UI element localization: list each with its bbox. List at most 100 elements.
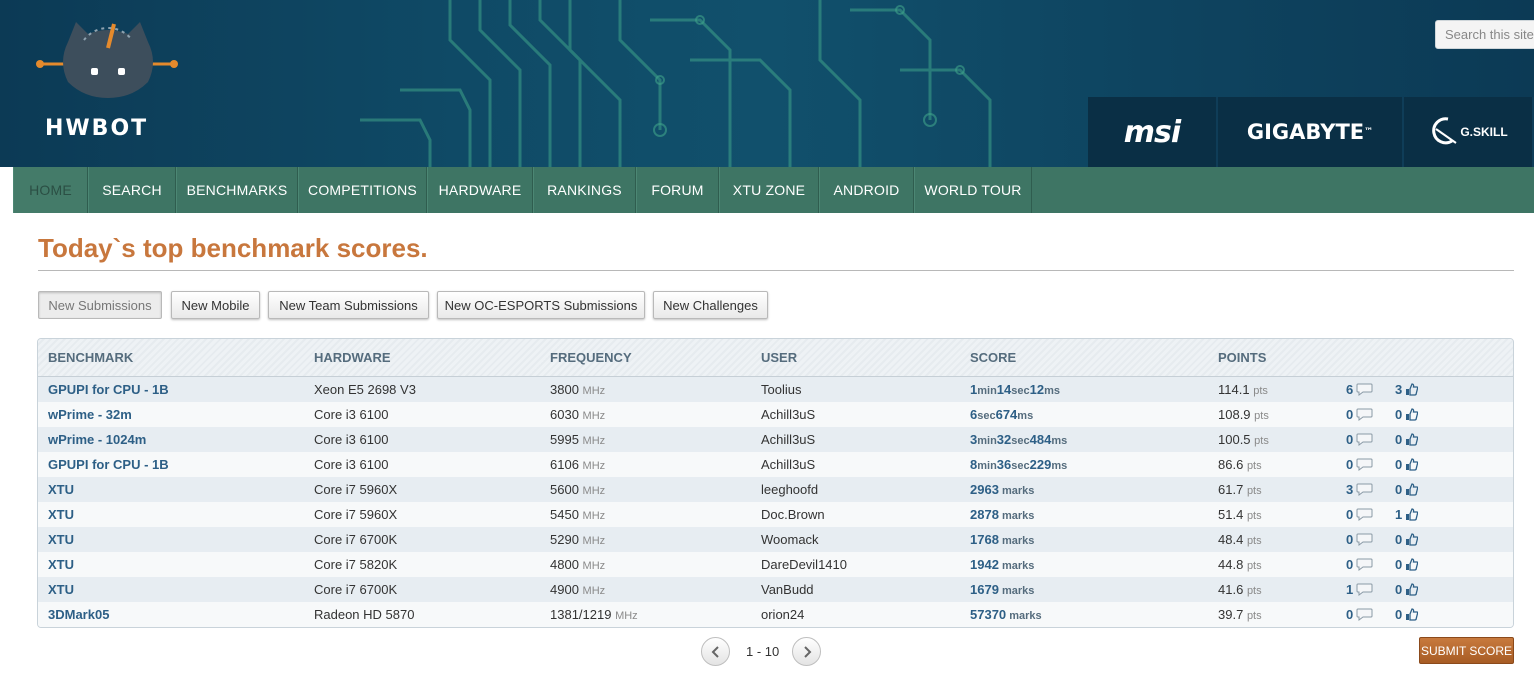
- filter-new-mobile-button[interactable]: New Mobile: [171, 291, 260, 319]
- prev-page-button[interactable]: [701, 637, 730, 666]
- user-link[interactable]: Toolius: [761, 382, 801, 397]
- header-benchmark[interactable]: BENCHMARK: [48, 350, 133, 365]
- nav-android[interactable]: ANDROID: [819, 167, 914, 213]
- score-link[interactable]: 57370 marks: [970, 607, 1042, 622]
- likes-link[interactable]: 0: [1395, 432, 1419, 447]
- sponsor-gigabyte-logo[interactable]: GIGABYTE ™: [1218, 97, 1404, 167]
- comments-link[interactable]: 0: [1346, 557, 1373, 572]
- comments-link[interactable]: 3: [1346, 482, 1373, 497]
- user-link[interactable]: leeghoofd: [761, 482, 818, 497]
- benchmark-link[interactable]: XTU: [48, 532, 74, 547]
- comments-link[interactable]: 0: [1346, 607, 1373, 622]
- score-link[interactable]: 1942 marks: [970, 557, 1034, 572]
- nav-competitions[interactable]: COMPETITIONS: [298, 167, 427, 213]
- header-frequency[interactable]: FREQUENCY: [550, 350, 632, 365]
- comments-link[interactable]: 0: [1346, 407, 1373, 422]
- nav-forum[interactable]: FORUM: [636, 167, 719, 213]
- table-row[interactable]: XTU Core i7 5820K 4800 MHz DareDevil1410 194…: [38, 552, 1513, 577]
- likes-link[interactable]: 0: [1395, 557, 1419, 572]
- score-value: 12: [1029, 382, 1045, 397]
- likes-link[interactable]: 3: [1395, 382, 1419, 397]
- comments-link[interactable]: 0: [1346, 457, 1373, 472]
- page-title: Today`s top benchmark scores.: [38, 233, 428, 263]
- table-row[interactable]: GPUPI for CPU - 1B Xeon E5 2698 V3 3800 MH…: [38, 377, 1513, 402]
- score-link[interactable]: 1768 marks: [970, 532, 1034, 547]
- header-user[interactable]: USER: [761, 350, 797, 365]
- frequency-unit: MHz: [582, 585, 606, 597]
- nav-world-tour[interactable]: WORLD TOUR: [914, 167, 1032, 213]
- likes-link[interactable]: 0: [1395, 582, 1419, 597]
- likes-link[interactable]: 0: [1395, 607, 1419, 622]
- frequency-cell: 4800 MHz: [550, 557, 605, 572]
- frequency-value: 5995: [550, 432, 579, 447]
- header-hardware[interactable]: HARDWARE: [314, 350, 391, 365]
- table-row[interactable]: XTU Core i7 5960X 5600 MHz leeghoofd 2963 ma…: [38, 477, 1513, 502]
- next-page-button[interactable]: [792, 637, 821, 666]
- nav-xtu-zone[interactable]: XTU ZONE: [719, 167, 819, 213]
- benchmark-link[interactable]: XTU: [48, 482, 74, 497]
- score-link[interactable]: 2878 marks: [970, 507, 1034, 522]
- benchmark-link[interactable]: XTU: [48, 557, 74, 572]
- user-link[interactable]: Achill3uS: [761, 407, 815, 422]
- user-link[interactable]: Achill3uS: [761, 432, 815, 447]
- table-row[interactable]: GPUPI for CPU - 1B Core i3 6100 6106 MHz Ac…: [38, 452, 1513, 477]
- user-link[interactable]: Woomack: [761, 532, 819, 547]
- benchmark-link[interactable]: XTU: [48, 582, 74, 597]
- table-row[interactable]: XTU Core i7 6700K 4900 MHz VanBudd 1679 mark…: [38, 577, 1513, 602]
- score-value: 36: [996, 457, 1012, 472]
- table-row[interactable]: XTU Core i7 5960X 5450 MHz Doc.Brown 2878 ma…: [38, 502, 1513, 527]
- user-link[interactable]: orion24: [761, 607, 804, 622]
- comments-link[interactable]: 0: [1346, 532, 1373, 547]
- table-row[interactable]: wPrime - 1024m Core i3 6100 5995 MHz Achill…: [38, 427, 1513, 452]
- user-link[interactable]: Doc.Brown: [761, 507, 825, 522]
- logo-text[interactable]: HWBOT: [45, 116, 148, 141]
- comments-link[interactable]: 1: [1346, 582, 1373, 597]
- filter-new-oc-esports-button[interactable]: New OC-ESPORTS Submissions: [437, 291, 645, 319]
- frequency-unit: MHz: [582, 560, 606, 572]
- benchmark-link[interactable]: GPUPI for CPU - 1B: [48, 457, 169, 472]
- nav-search[interactable]: SEARCH: [88, 167, 176, 213]
- benchmark-link[interactable]: GPUPI for CPU - 1B: [48, 382, 169, 397]
- comments-link[interactable]: 0: [1346, 432, 1373, 447]
- score-link[interactable]: 1679 marks: [970, 582, 1034, 597]
- likes-link[interactable]: 0: [1395, 407, 1419, 422]
- benchmark-link[interactable]: wPrime - 1024m: [48, 432, 146, 447]
- score-link[interactable]: 6sec674ms: [970, 407, 1033, 422]
- nav-hardware[interactable]: HARDWARE: [427, 167, 533, 213]
- nav-rankings[interactable]: RANKINGS: [533, 167, 636, 213]
- likes-link[interactable]: 0: [1395, 532, 1419, 547]
- benchmark-link[interactable]: 3DMark05: [48, 607, 109, 622]
- nav-home[interactable]: HOME: [13, 167, 88, 213]
- filter-new-challenges-button[interactable]: New Challenges: [653, 291, 768, 319]
- table-row[interactable]: wPrime - 32m Core i3 6100 6030 MHz Achill3u…: [38, 402, 1513, 427]
- benchmark-link[interactable]: wPrime - 32m: [48, 407, 132, 422]
- score-link[interactable]: 3min32sec484ms: [970, 432, 1067, 447]
- score-link[interactable]: 1min14sec12ms: [970, 382, 1060, 397]
- score-link[interactable]: 2963 marks: [970, 482, 1034, 497]
- search-input[interactable]: Search this site: [1435, 20, 1534, 49]
- submit-score-button[interactable]: SUBMIT SCORE: [1419, 637, 1514, 664]
- sponsor-msi-logo[interactable]: msi: [1088, 97, 1218, 167]
- comments-link[interactable]: 0: [1346, 507, 1373, 522]
- header-points[interactable]: POINTS: [1218, 350, 1266, 365]
- likes-link[interactable]: 0: [1395, 457, 1419, 472]
- table-row[interactable]: 3DMark05 Radeon HD 5870 1381/1219 MHz orion…: [38, 602, 1513, 627]
- nav-benchmarks[interactable]: BENCHMARKS: [176, 167, 298, 213]
- likes-link[interactable]: 0: [1395, 482, 1419, 497]
- score-unit: sec: [977, 410, 996, 422]
- header-score[interactable]: SCORE: [970, 350, 1016, 365]
- table-row[interactable]: XTU Core i7 6700K 5290 MHz Woomack 1768 mark…: [38, 527, 1513, 552]
- comments-link[interactable]: 6: [1346, 382, 1373, 397]
- frequency-unit: MHz: [582, 435, 606, 447]
- user-link[interactable]: VanBudd: [761, 582, 814, 597]
- user-link[interactable]: Achill3uS: [761, 457, 815, 472]
- filter-new-team-submissions-button[interactable]: New Team Submissions: [268, 291, 429, 319]
- user-link[interactable]: DareDevil1410: [761, 557, 847, 572]
- benchmark-link[interactable]: XTU: [48, 507, 74, 522]
- sponsor-gskill-logo[interactable]: G.SKILL: [1404, 97, 1534, 167]
- score-value: 2878: [970, 507, 999, 522]
- filter-new-submissions-button[interactable]: New Submissions: [38, 291, 162, 319]
- points-unit: pts: [1246, 460, 1262, 472]
- likes-link[interactable]: 1: [1395, 507, 1419, 522]
- score-link[interactable]: 8min36sec229ms: [970, 457, 1067, 472]
